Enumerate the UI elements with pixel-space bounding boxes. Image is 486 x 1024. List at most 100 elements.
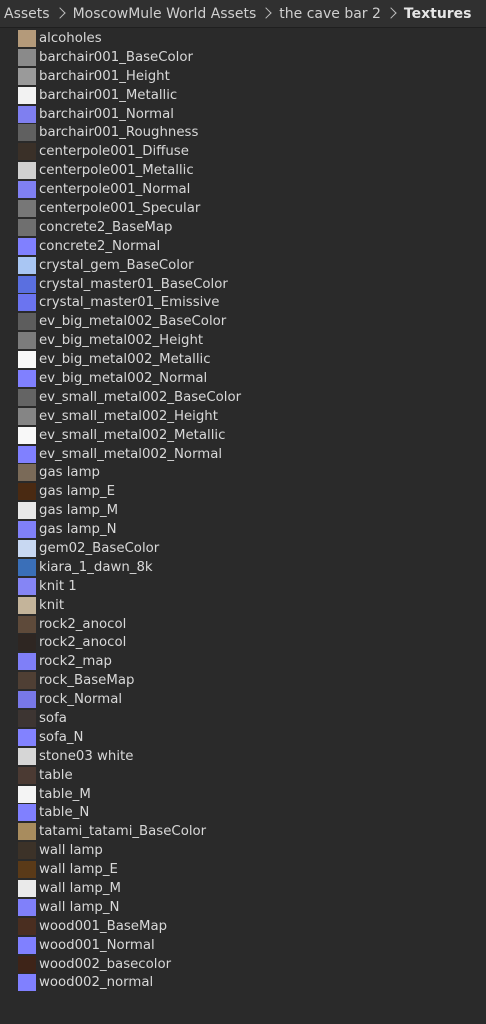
list-item[interactable]: gem02_BaseColor	[0, 539, 486, 558]
list-item[interactable]: ev_big_metal002_Normal	[0, 369, 486, 388]
texture-thumbnail-icon	[18, 577, 36, 595]
texture-thumbnail-icon	[18, 539, 36, 557]
list-item[interactable]: stone03 white	[0, 747, 486, 766]
list-item[interactable]: ev_big_metal002_Metallic	[0, 350, 486, 369]
list-item[interactable]: ev_small_metal002_BaseColor	[0, 388, 486, 407]
list-item-label: ev_small_metal002_Height	[39, 408, 218, 424]
texture-thumbnail-icon	[18, 880, 36, 898]
list-item[interactable]: crystal_gem_BaseColor	[0, 256, 486, 275]
texture-asset-list: alcoholes barchair001_BaseColor barchair00…	[0, 28, 486, 992]
list-item[interactable]: sofa	[0, 709, 486, 728]
list-item-label: wall lamp_N	[39, 899, 120, 915]
breadcrumb-the-cave-bar-2[interactable]: the cave bar 2	[279, 6, 381, 22]
list-item[interactable]: gas lamp_N	[0, 520, 486, 539]
list-item[interactable]: crystal_master01_BaseColor	[0, 275, 486, 294]
list-item[interactable]: wall lamp_M	[0, 879, 486, 898]
list-item[interactable]: centerpole001_Metallic	[0, 161, 486, 180]
list-item[interactable]: rock_BaseMap	[0, 671, 486, 690]
list-item[interactable]: concrete2_BaseMap	[0, 218, 486, 237]
texture-thumbnail-icon	[18, 823, 36, 841]
texture-thumbnail-icon	[18, 861, 36, 879]
list-item[interactable]: sofa_N	[0, 728, 486, 747]
list-item[interactable]: wood001_Normal	[0, 936, 486, 955]
breadcrumb-moscowmule-world-assets[interactable]: MoscowMule World Assets	[73, 6, 257, 22]
list-item-label: knit	[39, 597, 65, 613]
list-item[interactable]: centerpole001_Diffuse	[0, 142, 486, 161]
texture-thumbnail-icon	[18, 974, 36, 992]
list-item[interactable]: rock2_anocol	[0, 634, 486, 653]
texture-thumbnail-icon	[18, 785, 36, 803]
list-item[interactable]: wall lamp_N	[0, 898, 486, 917]
list-item-label: rock2_anocol	[39, 616, 127, 632]
breadcrumb-textures[interactable]: Textures	[404, 6, 472, 22]
list-item[interactable]: knit 1	[0, 577, 486, 596]
list-item-label: barchair001_Height	[39, 68, 170, 84]
list-item-label: barchair001_Normal	[39, 106, 174, 122]
texture-thumbnail-icon	[18, 426, 36, 444]
list-item[interactable]: wood002_basecolor	[0, 955, 486, 974]
texture-thumbnail-icon	[18, 162, 36, 180]
list-item[interactable]: tatami_tatami_BaseColor	[0, 822, 486, 841]
list-item[interactable]: gas lamp_M	[0, 501, 486, 520]
list-item-label: rock_BaseMap	[39, 673, 135, 689]
list-item-label: wood002_normal	[39, 975, 154, 991]
list-item-label: wood002_basecolor	[39, 956, 172, 972]
list-item-label: concrete2_BaseMap	[39, 219, 173, 235]
list-item-label: gas lamp	[39, 465, 100, 481]
list-item[interactable]: centerpole001_Specular	[0, 199, 486, 218]
list-item[interactable]: ev_small_metal002_Normal	[0, 445, 486, 464]
list-item[interactable]: kiara_1_dawn_8k	[0, 558, 486, 577]
list-item[interactable]: crystal_master01_Emissive	[0, 293, 486, 312]
list-item-label: concrete2_Normal	[39, 238, 161, 254]
list-item[interactable]: alcoholes	[0, 29, 486, 48]
list-item[interactable]: concrete2_Normal	[0, 237, 486, 256]
list-item[interactable]: rock2_anocol	[0, 615, 486, 634]
list-item[interactable]: wall lamp	[0, 841, 486, 860]
list-item[interactable]: barchair001_BaseColor	[0, 48, 486, 67]
list-item[interactable]: ev_small_metal002_Metallic	[0, 426, 486, 445]
list-item-label: kiara_1_dawn_8k	[39, 559, 153, 575]
list-item[interactable]: barchair001_Height	[0, 67, 486, 86]
list-item-label: rock2_anocol	[39, 635, 127, 651]
texture-thumbnail-icon	[18, 766, 36, 784]
list-item[interactable]: rock_Normal	[0, 690, 486, 709]
texture-thumbnail-icon	[18, 256, 36, 274]
list-item[interactable]: rock2_map	[0, 652, 486, 671]
texture-thumbnail-icon	[18, 615, 36, 633]
list-item[interactable]: ev_small_metal002_Height	[0, 407, 486, 426]
texture-thumbnail-icon	[18, 728, 36, 746]
list-item-label: gas lamp_E	[39, 484, 116, 500]
list-item[interactable]: wood002_normal	[0, 974, 486, 993]
list-item-label: barchair001_Metallic	[39, 87, 178, 103]
texture-thumbnail-icon	[18, 351, 36, 369]
breadcrumb-assets[interactable]: Assets	[4, 6, 50, 22]
list-item[interactable]: table_N	[0, 804, 486, 823]
list-item-label: wood001_BaseMap	[39, 918, 168, 934]
list-item[interactable]: ev_big_metal002_Height	[0, 331, 486, 350]
list-item-label: alcoholes	[39, 30, 102, 46]
list-item-label: ev_small_metal002_BaseColor	[39, 389, 242, 405]
list-item[interactable]: table	[0, 766, 486, 785]
list-item-label: ev_big_metal002_Metallic	[39, 352, 211, 368]
list-item[interactable]: gas lamp_E	[0, 482, 486, 501]
list-item[interactable]: wall lamp_E	[0, 860, 486, 879]
list-item[interactable]: ev_big_metal002_BaseColor	[0, 312, 486, 331]
texture-thumbnail-icon	[18, 710, 36, 727]
list-item-label: ev_small_metal002_Metallic	[39, 427, 226, 443]
texture-thumbnail-icon	[18, 747, 36, 765]
list-item[interactable]: gas lamp	[0, 463, 486, 482]
texture-thumbnail-icon	[18, 898, 36, 916]
list-item[interactable]: centerpole001_Normal	[0, 180, 486, 199]
texture-thumbnail-icon	[18, 596, 36, 614]
list-item-label: table	[39, 767, 73, 783]
list-item[interactable]: wood001_BaseMap	[0, 917, 486, 936]
list-item-label: table_M	[39, 786, 91, 802]
texture-thumbnail-icon	[18, 294, 36, 312]
texture-thumbnail-icon	[18, 842, 36, 860]
list-item[interactable]: knit	[0, 596, 486, 615]
list-item[interactable]: barchair001_Roughness	[0, 123, 486, 142]
list-item[interactable]: barchair001_Normal	[0, 105, 486, 124]
list-item[interactable]: table_M	[0, 785, 486, 804]
list-item[interactable]: barchair001_Metallic	[0, 86, 486, 105]
list-item-label: ev_big_metal002_Height	[39, 333, 204, 349]
